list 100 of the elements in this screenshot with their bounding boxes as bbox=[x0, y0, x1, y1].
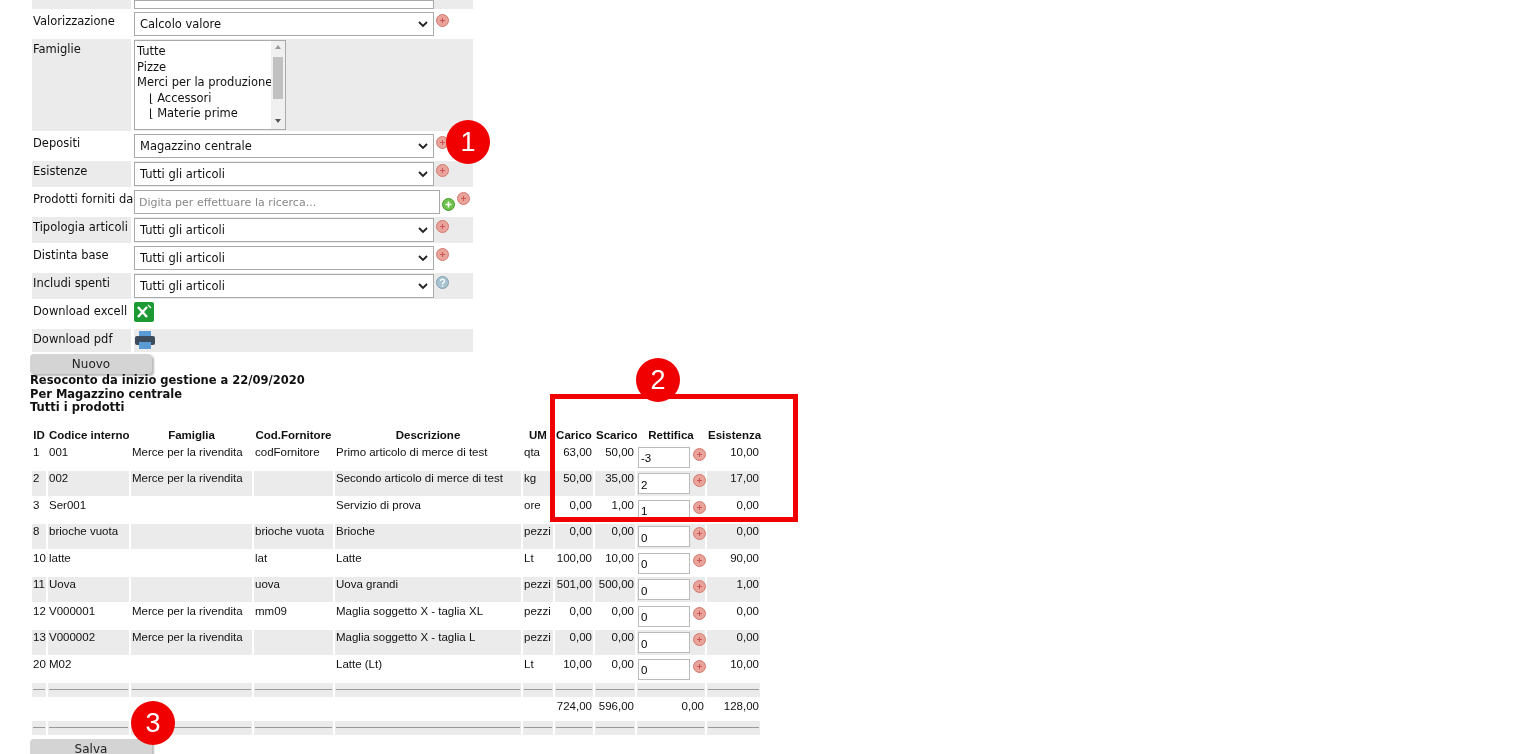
plus-circle-icon[interactable] bbox=[436, 136, 449, 149]
adjustment-field[interactable]: 0 bbox=[638, 579, 690, 600]
callout-badge: 1 bbox=[446, 120, 490, 164]
printer-icon[interactable] bbox=[134, 330, 156, 350]
select-field[interactable]: Tutti gli articoli bbox=[134, 162, 434, 186]
adjustment-field[interactable]: -3 bbox=[638, 446, 690, 468]
plus-circle-icon[interactable] bbox=[693, 659, 707, 673]
table-cell: V000002 bbox=[49, 631, 96, 643]
table-cell: Brioche bbox=[336, 525, 375, 537]
spreadsheet-icon[interactable] bbox=[134, 302, 154, 322]
table-cell: 50,00 bbox=[605, 445, 634, 458]
save-button[interactable]: Salva bbox=[30, 739, 152, 754]
field-label: Tipologia articoli bbox=[32, 217, 131, 243]
column-header: Esistenza bbox=[707, 427, 760, 443]
table-cell: qta bbox=[524, 445, 540, 458]
list-option[interactable]: Pizze bbox=[137, 59, 269, 75]
table-cell: 17,00 bbox=[730, 472, 759, 484]
table-cell: codFornitore bbox=[255, 445, 320, 458]
table-cell: 1,00 bbox=[611, 498, 634, 511]
list-option[interactable]: ⌊ Materie prime bbox=[137, 106, 269, 122]
total-cell: 0,00 bbox=[681, 700, 704, 712]
table-cell: 2 bbox=[33, 472, 40, 484]
field-label: Includi spenti bbox=[32, 273, 131, 299]
table-cell: 10,00 bbox=[730, 445, 759, 458]
listbox[interactable]: Tutte Pizze Merci per la produzione ⌊ Accessori ⌊ Materie prime bbox=[134, 40, 286, 130]
table-cell: Latte bbox=[336, 551, 362, 564]
table-cell: 1 bbox=[33, 445, 40, 458]
select-field[interactable]: Tutti gli articoli bbox=[134, 246, 434, 270]
table-cell: Merce per la rivendita bbox=[132, 631, 243, 643]
plus-circle-icon[interactable] bbox=[693, 527, 707, 540]
table-cell: 501,00 bbox=[556, 578, 592, 590]
new-button[interactable]: Nuovo bbox=[30, 354, 152, 374]
plus-circle-icon[interactable] bbox=[693, 580, 707, 593]
table-cell: Uova grandi bbox=[336, 578, 398, 590]
table-cell: 11 bbox=[33, 578, 45, 590]
plus-circle-icon[interactable] bbox=[693, 553, 707, 567]
adjustment-field[interactable]: 0 bbox=[638, 526, 690, 547]
table-cell: 0,00 bbox=[736, 631, 759, 643]
table-cell: latte bbox=[49, 551, 71, 564]
help-icon[interactable] bbox=[436, 276, 449, 289]
plus-circle-icon[interactable] bbox=[436, 164, 449, 177]
plus-circle-icon[interactable] bbox=[693, 633, 707, 646]
total-cell: 724,00 bbox=[556, 700, 592, 712]
plus-circle-icon[interactable] bbox=[436, 220, 449, 233]
table-cell: Secondo articolo di merce di test bbox=[336, 472, 503, 484]
callout-badge: 2 bbox=[636, 358, 680, 402]
plus-circle-icon[interactable] bbox=[693, 474, 707, 487]
table-cell: 500,00 bbox=[598, 578, 634, 590]
select-field[interactable]: Tutti gli articoli bbox=[134, 218, 434, 242]
table-cell: ore bbox=[524, 498, 541, 511]
table-cell: 0,00 bbox=[611, 631, 634, 643]
table-cell: Merce per la rivendita bbox=[132, 472, 243, 484]
adjustment-field[interactable]: 0 bbox=[638, 632, 690, 653]
table-cell: Uova bbox=[49, 578, 76, 590]
select-field[interactable]: Calcolo valore bbox=[134, 12, 434, 36]
table-cell: 12 bbox=[33, 604, 46, 617]
chevron-down-icon bbox=[418, 282, 428, 290]
table-cell: 63,00 bbox=[563, 445, 592, 458]
table-cell: 10,00 bbox=[730, 657, 759, 670]
column-header: ID bbox=[32, 427, 46, 443]
list-option[interactable]: Tutte bbox=[137, 44, 269, 60]
plus-circle-icon[interactable] bbox=[436, 14, 449, 27]
select-field[interactable] bbox=[134, 0, 434, 9]
adjustment-field[interactable]: 0 bbox=[638, 605, 690, 627]
plus-circle-icon[interactable] bbox=[693, 500, 707, 514]
plus-circle-icon[interactable] bbox=[693, 447, 707, 461]
column-header: Carico bbox=[555, 427, 593, 443]
plus-circle-icon[interactable] bbox=[693, 606, 707, 620]
plus-circle-icon[interactable] bbox=[457, 192, 470, 205]
table-cell: mm09 bbox=[255, 604, 287, 617]
table-cell: lat bbox=[255, 551, 268, 564]
adjustment-field[interactable]: 0 bbox=[638, 658, 690, 680]
table-cell: kg bbox=[524, 472, 537, 484]
search-field[interactable]: Digita per effettuare la ricerca... bbox=[134, 190, 440, 214]
table-cell: pezzi bbox=[524, 631, 551, 643]
report-heading: Resoconto da inizio gestione a 22/09/2020 bbox=[30, 374, 305, 388]
plus-circle-icon[interactable] bbox=[436, 248, 449, 261]
select-field[interactable]: Tutti gli articoli bbox=[134, 274, 434, 298]
adjustment-field[interactable]: 2 bbox=[638, 473, 690, 494]
table-cell: Merce per la rivendita bbox=[132, 445, 243, 458]
column-header: Cod.Fornitore bbox=[254, 427, 333, 443]
total-cell: 128,00 bbox=[723, 700, 759, 712]
table-cell: 0,00 bbox=[736, 525, 759, 537]
column-header: UM bbox=[528, 427, 548, 443]
plus-circle-icon[interactable] bbox=[442, 198, 455, 211]
total-cell: 596,00 bbox=[598, 700, 634, 712]
table-cell: 13 bbox=[33, 631, 46, 643]
report-heading: Tutti i prodotti bbox=[30, 401, 125, 415]
table-cell: Latte (Lt) bbox=[336, 657, 383, 670]
select-field[interactable]: Magazzino centrale bbox=[134, 134, 434, 158]
chevron-down-icon bbox=[418, 142, 428, 150]
chevron-down-icon bbox=[418, 254, 428, 262]
adjustment-field[interactable]: 0 bbox=[638, 552, 690, 574]
column-header: Scarico bbox=[595, 427, 635, 443]
table-cell: Ser001 bbox=[49, 498, 87, 511]
table-cell: brioche vuota bbox=[255, 525, 325, 537]
table-cell: 90,00 bbox=[730, 551, 759, 564]
list-option[interactable]: Merci per la produzione bbox=[137, 75, 269, 91]
table-cell: 50,00 bbox=[563, 472, 592, 484]
list-option[interactable]: ⌊ Accessori bbox=[137, 90, 269, 106]
